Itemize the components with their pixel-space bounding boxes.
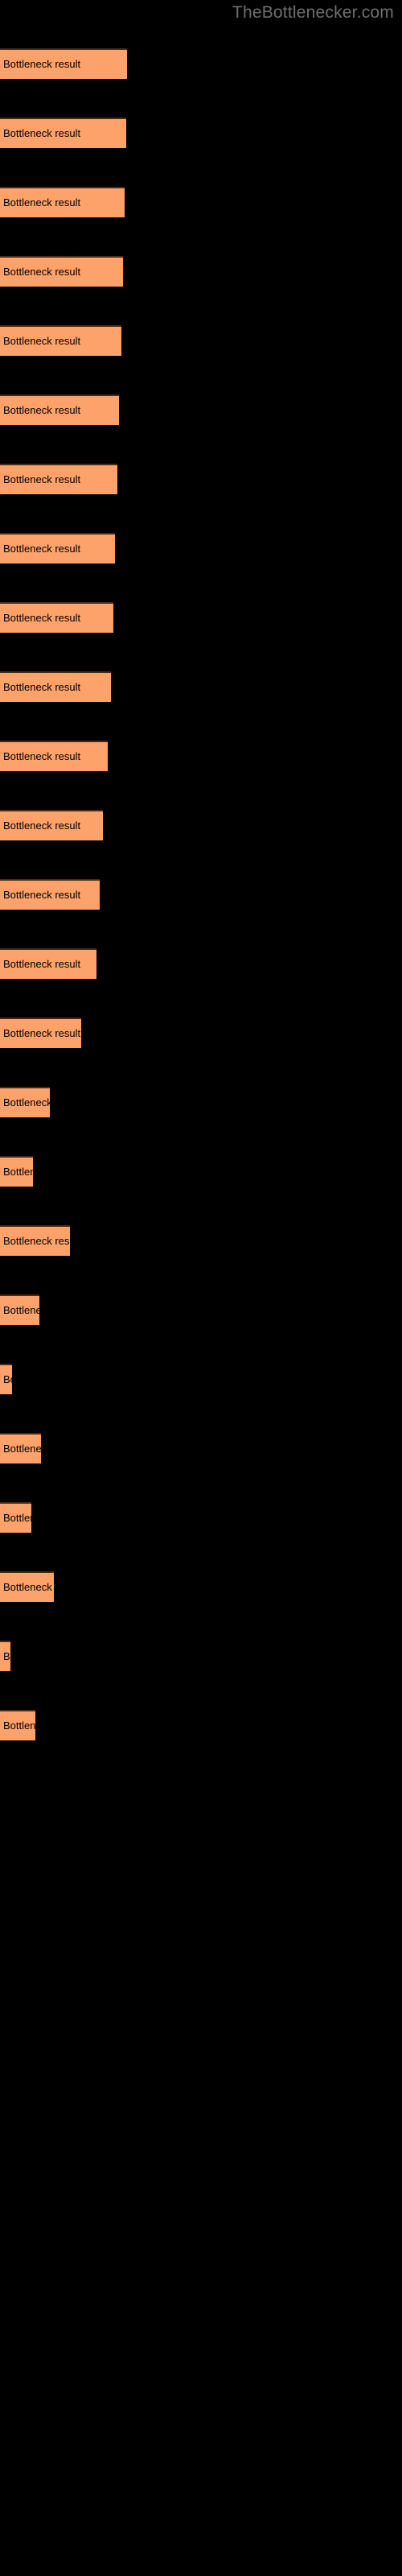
bar-row: Bottleneck result bbox=[0, 394, 119, 425]
bar: Bottleneck result bbox=[0, 1225, 70, 1256]
bar-label: Bottleneck result bbox=[3, 1719, 35, 1732]
bar-row: Bottleneck result bbox=[0, 948, 96, 979]
bar-row: Bottleneck result bbox=[0, 533, 115, 564]
bar: Bottleneck result bbox=[0, 1156, 33, 1187]
bar-row: Bottleneck result bbox=[0, 325, 121, 356]
bar: Bottleneck result bbox=[0, 533, 115, 564]
bottleneck-chart: TheBottlenecker.com Bottleneck result Bot… bbox=[0, 0, 402, 2576]
bar-label: Bottleneck result bbox=[3, 681, 81, 693]
bar: Bottleneck result bbox=[0, 1433, 41, 1463]
bar-label: Bottleneck result bbox=[3, 543, 81, 555]
bar: Bottleneck result bbox=[0, 1364, 12, 1394]
bar: Bottleneck result bbox=[0, 1641, 10, 1671]
bar: Bottleneck result bbox=[0, 1294, 39, 1325]
bar-label: Bottleneck result bbox=[3, 1443, 41, 1455]
bar-label: Bottleneck result bbox=[3, 1096, 50, 1108]
bar-label: Bottleneck result bbox=[3, 1512, 31, 1524]
bar-label: Bottleneck result bbox=[3, 1581, 54, 1593]
bar: Bottleneck result bbox=[0, 325, 121, 356]
bar-label: Bottleneck result bbox=[3, 819, 81, 832]
bar: Bottleneck result bbox=[0, 256, 123, 287]
bar-label: Bottleneck result bbox=[3, 1650, 10, 1662]
bar-row: Bottleneck result bbox=[0, 602, 113, 633]
bar: Bottleneck result bbox=[0, 118, 126, 148]
bar-label: Bottleneck result bbox=[3, 1373, 12, 1385]
bar-label: Bottleneck result bbox=[3, 1166, 33, 1178]
bar-row: Bottleneck result bbox=[0, 464, 117, 494]
bar-row: Bottleneck result bbox=[0, 256, 123, 287]
bar: Bottleneck result bbox=[0, 1710, 35, 1740]
bar-label: Bottleneck result bbox=[3, 612, 81, 624]
bar: Bottleneck result bbox=[0, 1571, 54, 1602]
bar-row: Bottleneck result bbox=[0, 1433, 41, 1463]
bar-row: Bottleneck result bbox=[0, 187, 125, 217]
bar-label: Bottleneck result bbox=[3, 58, 81, 70]
bar-label: Bottleneck result bbox=[3, 1304, 39, 1316]
bar-row: Bottleneck result bbox=[0, 1364, 12, 1394]
bar-row: Bottleneck result bbox=[0, 1225, 70, 1256]
bar: Bottleneck result bbox=[0, 48, 127, 79]
bar: Bottleneck result bbox=[0, 394, 119, 425]
bar-row: Bottleneck result bbox=[0, 1156, 33, 1187]
bar: Bottleneck result bbox=[0, 1087, 50, 1117]
bar-row: Bottleneck result bbox=[0, 1294, 39, 1325]
bar-label: Bottleneck result bbox=[3, 266, 81, 278]
bar-row: Bottleneck result bbox=[0, 671, 111, 702]
bar: Bottleneck result bbox=[0, 948, 96, 979]
bar-label: Bottleneck result bbox=[3, 958, 81, 970]
bar: Bottleneck result bbox=[0, 1018, 81, 1048]
bar-label: Bottleneck result bbox=[3, 1235, 70, 1247]
bar: Bottleneck result bbox=[0, 810, 103, 840]
bar-row: Bottleneck result bbox=[0, 1502, 31, 1533]
bar-label: Bottleneck result bbox=[3, 196, 81, 208]
bar: Bottleneck result bbox=[0, 187, 125, 217]
bar-label: Bottleneck result bbox=[3, 750, 81, 762]
bar-label: Bottleneck result bbox=[3, 127, 81, 139]
bar-row: Bottleneck result bbox=[0, 1710, 35, 1740]
bar-row: Bottleneck result bbox=[0, 48, 127, 79]
bar-row: Bottleneck result bbox=[0, 1571, 54, 1602]
bar-row: Bottleneck result bbox=[0, 1087, 50, 1117]
bar: Bottleneck result bbox=[0, 1502, 31, 1533]
bar-label: Bottleneck result bbox=[3, 404, 81, 416]
bar-label: Bottleneck result bbox=[3, 889, 81, 901]
bar: Bottleneck result bbox=[0, 671, 111, 702]
bar-label: Bottleneck result bbox=[3, 1027, 81, 1039]
bar-row: Bottleneck result bbox=[0, 810, 103, 840]
bar-row: Bottleneck result bbox=[0, 1641, 10, 1671]
bar-label: Bottleneck result bbox=[3, 473, 81, 485]
bar-row: Bottleneck result bbox=[0, 879, 100, 910]
bar-series: Bottleneck result Bottleneck result Bottle… bbox=[0, 0, 402, 2576]
bar-row: Bottleneck result bbox=[0, 1018, 81, 1048]
bar: Bottleneck result bbox=[0, 741, 108, 771]
bar-row: Bottleneck result bbox=[0, 118, 126, 148]
bar-row: Bottleneck result bbox=[0, 741, 108, 771]
bar: Bottleneck result bbox=[0, 464, 117, 494]
bar-label: Bottleneck result bbox=[3, 335, 81, 347]
bar: Bottleneck result bbox=[0, 879, 100, 910]
bar: Bottleneck result bbox=[0, 602, 113, 633]
